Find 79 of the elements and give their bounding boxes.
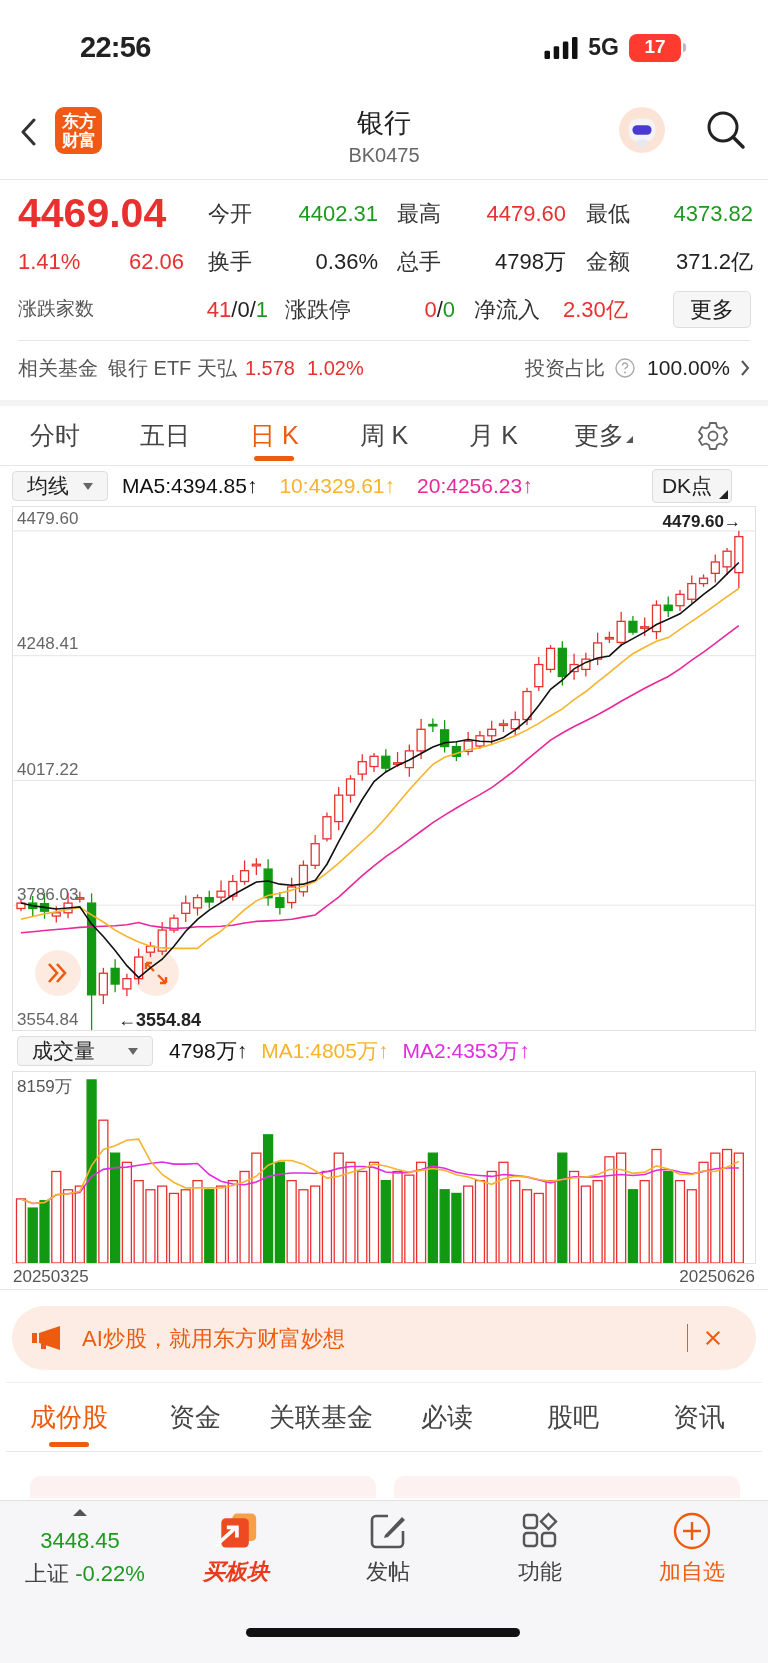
section-tab[interactable]: 资讯	[636, 1383, 762, 1451]
close-icon[interactable]	[704, 1329, 722, 1347]
volume-average-value: MA2:4353万↑	[402, 1038, 530, 1065]
stat-value: 4373.82	[672, 199, 753, 228]
fund-percent: 1.02%	[306, 355, 364, 381]
sector-code: BK0475	[348, 143, 420, 168]
fund-name[interactable]: 银行 ETF 天弘	[108, 352, 237, 383]
signal-icon	[544, 36, 579, 59]
dk-point-button[interactable]: DK点	[652, 469, 732, 503]
volume-average-value: 4798万↑	[169, 1038, 248, 1065]
settings-icon[interactable]	[697, 419, 730, 452]
axis-label: 4479.60	[17, 509, 79, 529]
chart-tab[interactable]: 五日	[109, 406, 220, 465]
caret-up-icon	[73, 1509, 87, 1516]
axis-label: 3554.84	[17, 1010, 79, 1030]
inflow-value: 2.30亿	[563, 295, 628, 324]
end-date: 20250626	[679, 1266, 755, 1288]
section-tab[interactable]: 必读	[384, 1383, 510, 1451]
axis-label: 4017.22	[17, 759, 79, 780]
fund-price: 1.578	[244, 355, 295, 381]
search-icon[interactable]	[706, 110, 746, 150]
change-amount: 62.06	[128, 247, 184, 276]
indicator-selector[interactable]: 成交量	[17, 1036, 153, 1066]
battery-icon: 17	[629, 33, 681, 62]
index-name[interactable]: 上证	[25, 1556, 70, 1592]
stat-value: 4402.31	[297, 199, 378, 228]
limit-value: 0	[442, 295, 455, 324]
chart-tab[interactable]: 周 K	[329, 406, 439, 465]
section-tab[interactable]: 资金	[132, 1383, 258, 1451]
banner-text: AI炒股，就用东方财富妙想	[82, 1324, 345, 1353]
moving-average-value: 20:4256.23↑	[417, 473, 533, 500]
breadth-value: 1	[255, 295, 268, 324]
volume-average-value: MA1:4805万↑	[261, 1038, 389, 1065]
start-date: 20250325	[13, 1266, 89, 1288]
double-chevron-icon[interactable]	[35, 950, 81, 996]
stat-label: 净流入	[474, 295, 541, 324]
nav-button[interactable]: 发帖	[312, 1501, 464, 1663]
chart-tab[interactable]: 更多	[548, 406, 659, 465]
low-price-marker: ←3554.84	[118, 1009, 202, 1032]
stat-value: 4479.60	[485, 199, 566, 228]
chart-tab[interactable]: 分时	[0, 406, 110, 465]
breadth-value: /0/	[231, 295, 256, 324]
stat-label: 今开	[207, 199, 253, 228]
stat-value: 4798万	[494, 247, 566, 276]
network-label: 5G	[588, 33, 619, 63]
moving-average-value: 10:4329.61↑	[279, 473, 396, 500]
chart-tab[interactable]: 月 K	[438, 406, 549, 465]
section-tab[interactable]: 关联基金	[258, 1383, 384, 1451]
robot-avatar-icon[interactable]	[619, 107, 665, 153]
ratio-label: 投资占比	[525, 355, 606, 381]
stat-label: 总手	[396, 247, 442, 276]
back-icon[interactable]	[20, 117, 36, 147]
stat-label: 换手	[207, 247, 253, 276]
stat-value: 371.2亿	[674, 247, 753, 276]
ratio-value: 100.00%	[647, 354, 730, 381]
status-time: 22:56	[80, 29, 151, 65]
chevron-right-icon[interactable]	[740, 358, 750, 377]
more-button[interactable]: 更多	[673, 290, 751, 328]
limit-value: /	[436, 295, 443, 324]
limit-value: 0	[424, 295, 437, 324]
page-title: 银行	[357, 107, 411, 140]
moving-average-value: MA5:4394.85↑	[122, 473, 258, 500]
buy-sector-icon	[214, 1511, 258, 1551]
stat-label: 金额	[585, 247, 631, 276]
indicator-selector[interactable]: 均线	[12, 471, 108, 501]
axis-label: 4248.41	[17, 634, 79, 655]
stat-label: 涨跌家数	[18, 296, 95, 321]
breadth-value: 41	[206, 295, 232, 324]
high-price-marker: 4479.60→	[662, 511, 741, 533]
stat-label: 最高	[396, 199, 442, 228]
stat-label: 最低	[585, 199, 631, 228]
change-percent: 1.41%	[18, 247, 81, 276]
section-tab[interactable]: 股吧	[510, 1383, 636, 1451]
current-price: 4469.04	[18, 189, 168, 238]
stat-label: 涨跌停	[285, 295, 352, 324]
stat-value: 0.36%	[314, 247, 378, 276]
axis-label: 3786.03	[17, 884, 79, 905]
fund-label: 相关基金	[18, 355, 98, 381]
nav-button[interactable]: 功能	[464, 1501, 616, 1663]
